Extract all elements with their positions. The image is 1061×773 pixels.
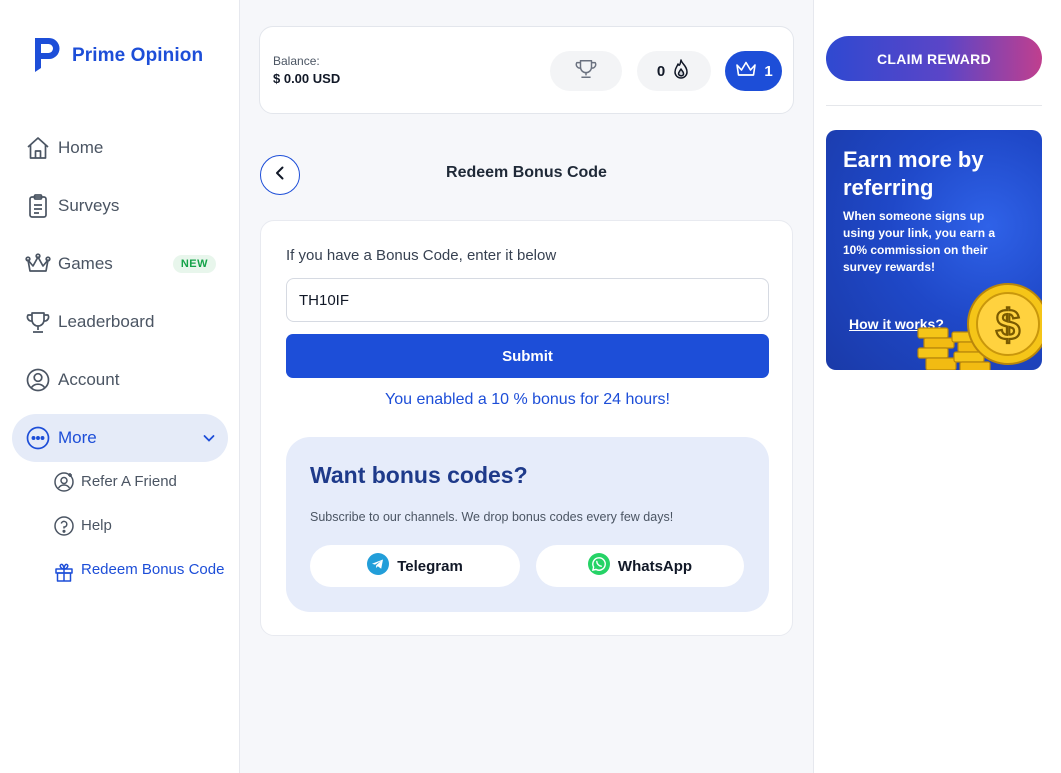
telegram-label: Telegram — [397, 557, 463, 575]
promo-description: Subscribe to our channels. We drop bonus… — [310, 510, 674, 524]
add-user-icon — [52, 470, 76, 494]
bonus-codes-promo: Want bonus codes? Subscribe to our chann… — [286, 437, 769, 612]
sidebar-item-games[interactable]: Games NEW — [12, 240, 228, 288]
claim-reward-button[interactable]: CLAIM REWARD — [826, 36, 1042, 81]
level-value: 1 — [764, 62, 773, 80]
sidebar-item-label: More — [58, 428, 97, 447]
sidebar: Prime Opinion Home Surveys Games NEW Lea… — [0, 0, 240, 773]
whatsapp-icon — [587, 553, 610, 579]
whatsapp-label: WhatsApp — [617, 557, 693, 575]
clipboard-icon — [24, 192, 52, 220]
crown-icon — [24, 250, 52, 278]
bonus-code-input[interactable] — [286, 278, 769, 322]
subnav-item-label: Refer A Friend — [81, 473, 177, 490]
svg-text:$: $ — [996, 301, 1020, 350]
page-title: Redeem Bonus Code — [446, 164, 607, 181]
referral-description: When someone signs up using your link, y… — [843, 209, 996, 274]
right-panel: CLAIM REWARD Earn more by referring When… — [813, 0, 1061, 773]
more-submenu: Refer A Friend Help Redeem Bonus Code — [52, 470, 228, 604]
bonus-code-prompt: If you have a Bonus Code, enter it below — [286, 247, 557, 264]
subnav-item-refer-a-friend[interactable]: Refer A Friend — [52, 470, 228, 494]
crown-icon — [734, 59, 758, 83]
sidebar-item-label: Leaderboard — [58, 312, 155, 331]
sidebar-item-more[interactable]: More — [12, 414, 228, 462]
coins-illustration: $ — [917, 283, 1042, 370]
sidebar-item-account[interactable]: Account — [12, 356, 228, 404]
subnav-item-label: Redeem Bonus Code — [81, 561, 225, 578]
gift-icon — [52, 560, 76, 584]
subnav-item-help[interactable]: Help — [52, 514, 228, 538]
trophy-icon — [574, 58, 598, 85]
divider — [826, 105, 1042, 106]
more-dots-icon — [24, 424, 52, 452]
streak-button[interactable]: 0 — [637, 51, 711, 91]
level-button[interactable]: 1 — [725, 51, 782, 91]
telegram-icon — [367, 553, 390, 579]
help-icon — [52, 514, 76, 538]
balance-value: $ 0.00 USD — [273, 71, 341, 86]
sidebar-item-label: Surveys — [58, 196, 120, 215]
subnav-item-redeem-bonus-code[interactable]: Redeem Bonus Code — [52, 558, 228, 584]
new-badge: NEW — [172, 255, 216, 273]
referral-banner[interactable]: Earn more by referring When someone sign… — [826, 130, 1042, 370]
sidebar-item-leaderboard[interactable]: Leaderboard — [12, 298, 228, 346]
subnav-item-label: Help — [81, 517, 112, 534]
chevron-down-icon[interactable] — [202, 431, 216, 445]
trophy-button[interactable] — [550, 51, 622, 91]
referral-title: Earn more by referring — [843, 147, 984, 200]
sidebar-item-surveys[interactable]: Surveys — [12, 182, 228, 230]
balance-label: Balance: — [273, 54, 320, 68]
top-bar: Balance: $ 0.00 USD 0 1 — [259, 26, 794, 114]
promo-title: Want bonus codes? — [310, 462, 528, 488]
brand-logo[interactable]: Prime Opinion — [30, 34, 203, 77]
streak-count: 0 — [656, 62, 666, 80]
user-circle-icon — [24, 366, 52, 394]
brand-name: Prime Opinion — [72, 44, 204, 66]
sidebar-item-label: Games — [58, 254, 113, 273]
submit-button[interactable]: Submit — [286, 334, 769, 378]
sidebar-item-home[interactable]: Home — [12, 124, 228, 172]
logo-icon — [30, 34, 64, 77]
sidebar-nav: Home Surveys Games NEW Leaderboard Accou… — [12, 124, 228, 472]
sidebar-item-label: Home — [58, 138, 104, 157]
telegram-button[interactable]: Telegram — [310, 545, 520, 587]
flame-icon — [671, 58, 691, 84]
sidebar-item-label: Account — [58, 370, 120, 389]
home-icon — [24, 134, 52, 162]
trophy-icon — [24, 308, 52, 336]
redeem-card: If you have a Bonus Code, enter it below… — [260, 220, 793, 636]
success-message: You enabled a 10 % bonus for 24 hours! — [385, 391, 670, 408]
whatsapp-button[interactable]: WhatsApp — [536, 545, 744, 587]
